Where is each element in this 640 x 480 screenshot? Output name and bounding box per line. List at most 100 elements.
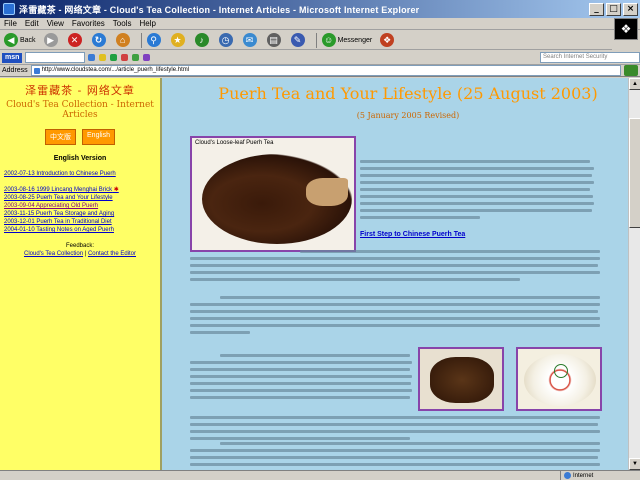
- stop-button[interactable]: ✕: [66, 32, 86, 49]
- back-button[interactable]: ◀ Back: [2, 32, 38, 49]
- security-search-input[interactable]: Search Internet Security: [540, 52, 640, 63]
- research-button[interactable]: ❖: [378, 32, 398, 49]
- media-button[interactable]: ♪: [193, 32, 213, 49]
- article-link-text: 2004-01-10 Tasting Notes on Aged Puerh: [4, 227, 114, 233]
- history-button[interactable]: ◷: [217, 32, 237, 49]
- address-bar: Address http://www.cloudstea.com/.../art…: [0, 65, 640, 77]
- menu-file[interactable]: File: [0, 19, 21, 28]
- article-link[interactable]: 2003-09-04 Appreciating Old Puerh: [4, 202, 156, 210]
- new-badge-icon: ✱: [112, 187, 119, 193]
- highlight-icon: [99, 54, 107, 61]
- shield-icon: [110, 54, 118, 61]
- menu-tools[interactable]: Tools: [109, 19, 136, 28]
- search-button[interactable]: ⚲: [145, 32, 165, 49]
- msn-logo: msn: [2, 52, 23, 63]
- tea-cake-wrapper-image: [524, 354, 596, 406]
- mail-button[interactable]: ✉: [241, 32, 261, 49]
- maximize-button[interactable]: □: [606, 2, 621, 16]
- article-link-text: 2003-08-25 Puerh Tea and Your Lifestyle: [4, 195, 113, 201]
- messenger-link[interactable]: [132, 54, 140, 61]
- menu-view[interactable]: View: [43, 19, 68, 28]
- msn-search-bar: msn Search Internet Security: [0, 51, 640, 65]
- print-button[interactable]: ▤: [265, 32, 285, 49]
- search-input[interactable]: [25, 52, 86, 63]
- globe-icon: [564, 472, 571, 479]
- forward-button[interactable]: ▶: [42, 32, 62, 49]
- home-button[interactable]: ⌂: [114, 32, 134, 49]
- toolbar-label: Messenger: [337, 36, 373, 44]
- paragraph-1: [360, 160, 596, 223]
- scroll-up-button[interactable]: ▲: [629, 78, 640, 90]
- toolbar: ◀ Back ▶ ✕ ↻ ⌂ ⚲ ★ ♪ ◷ ✉ ▤ ✎ ☺ Messenger ❖: [0, 31, 612, 50]
- address-input[interactable]: http://www.cloudstea.com/.../article_pue…: [30, 65, 621, 76]
- feedback-label: Feedback:: [65, 243, 95, 249]
- tea-brick-image: [430, 357, 494, 403]
- popup-blocker-button[interactable]: [110, 54, 118, 61]
- mail-link[interactable]: [121, 54, 129, 61]
- ie-icon: [3, 3, 15, 15]
- article-link-text: 2003-09-04 Appreciating Old Puerh: [4, 203, 99, 209]
- article-link[interactable]: 2004-01-10 Tasting Notes on Aged Puerh: [4, 226, 156, 234]
- sidebar-footer: Feedback: Cloud's Tea Collection | Conta…: [4, 242, 156, 258]
- go-button[interactable]: [623, 65, 638, 76]
- toolbar-separator: [315, 32, 317, 48]
- article-link[interactable]: 2002-07-13 Introduction to Chinese Puerh: [4, 170, 156, 178]
- paragraph-2: [190, 250, 600, 285]
- close-button[interactable]: ×: [623, 2, 638, 16]
- article-link-text: 2002-07-13 Introduction to Chinese Puerh: [4, 171, 116, 177]
- article-link[interactable]: 2003-12-01 Puerh Tea in Traditional Diet: [4, 218, 156, 226]
- messenger-icon: ☺: [321, 33, 336, 47]
- windows-logo-icon: ❖: [614, 18, 638, 40]
- paragraph-4-continued: [190, 416, 600, 444]
- collection-link[interactable]: Cloud's Tea Collection: [24, 251, 83, 257]
- article-main: Puerh Tea and Your Lifestyle (25 August …: [162, 78, 640, 470]
- site-title-english: Cloud's Tea Collection - Internet Articl…: [6, 100, 154, 120]
- spaces-link[interactable]: [143, 54, 151, 61]
- title-bar: 泽雷藏茶 - 网络文章 - Cloud's Tea Collection - I…: [0, 0, 640, 18]
- stop-icon: ✕: [67, 33, 82, 47]
- search-icon: ⚲: [146, 33, 161, 47]
- home-icon: ⌂: [115, 33, 130, 47]
- search-icon: [88, 54, 96, 61]
- messenger-button[interactable]: ☺ Messenger: [320, 32, 375, 49]
- toolbar-label: Back: [20, 36, 36, 44]
- loose-leaf-puerh-photo: Cloud's Loose-leaf Puerh Tea: [190, 136, 356, 252]
- article-link[interactable]: 2003-11-15 Puerh Tea Storage and Aging: [4, 210, 156, 218]
- search-web-button[interactable]: [88, 54, 96, 61]
- toolbar-separator: [140, 32, 142, 48]
- article-link[interactable]: 2003-08-16 1999 Lincang Menghai Brick ✱: [4, 186, 156, 194]
- security-zone: Internet: [560, 471, 640, 480]
- menu-help[interactable]: Help: [135, 19, 159, 28]
- star-icon: ★: [170, 33, 185, 47]
- article-link[interactable]: 2003-08-25 Puerh Tea and Your Lifestyle: [4, 194, 156, 202]
- puerh-cake-wrapper-photo: [516, 347, 602, 411]
- intro-puerh-link[interactable]: First Step to Chinese Puerh Tea: [360, 231, 465, 238]
- article-link-text: 2003-11-15 Puerh Tea Storage and Aging: [4, 211, 115, 217]
- refresh-button[interactable]: ↻: [90, 32, 110, 49]
- favorites-button[interactable]: ★: [169, 32, 189, 49]
- scroll-thumb[interactable]: [629, 118, 640, 228]
- chinese-version-button[interactable]: 中文版: [45, 129, 77, 145]
- history-icon: ◷: [218, 33, 233, 47]
- menu-bar: File Edit View Favorites Tools Help: [0, 18, 640, 30]
- status-bar: Internet: [0, 470, 640, 480]
- article-link-text: 2003-08-16 1999 Lincang Menghai Brick: [4, 187, 113, 193]
- english-version-button[interactable]: English: [82, 129, 115, 145]
- highlight-button[interactable]: [99, 54, 107, 61]
- revised-date: (5 January 2005 Revised): [356, 111, 460, 120]
- address-label: Address: [2, 67, 28, 74]
- scroll-down-button[interactable]: ▼: [629, 458, 640, 470]
- vertical-scrollbar[interactable]: ▲ ▼: [628, 78, 640, 470]
- article-list: 2002-07-13 Introduction to Chinese Puerh…: [4, 170, 156, 234]
- page-content: 泽雷藏茶 - 网络文章 Cloud's Tea Collection - Int…: [0, 78, 640, 470]
- menu-edit[interactable]: Edit: [21, 19, 43, 28]
- paragraph-4: [190, 354, 412, 403]
- messenger-icon: [132, 54, 140, 61]
- menu-favorites[interactable]: Favorites: [68, 19, 109, 28]
- mail-icon: [121, 54, 129, 61]
- contact-link[interactable]: Contact the Editor: [88, 251, 136, 257]
- minimize-button[interactable]: _: [589, 2, 604, 16]
- sidebar-heading: English Version: [53, 155, 107, 162]
- edit-button[interactable]: ✎: [289, 32, 309, 49]
- research-icon: ❖: [380, 33, 395, 47]
